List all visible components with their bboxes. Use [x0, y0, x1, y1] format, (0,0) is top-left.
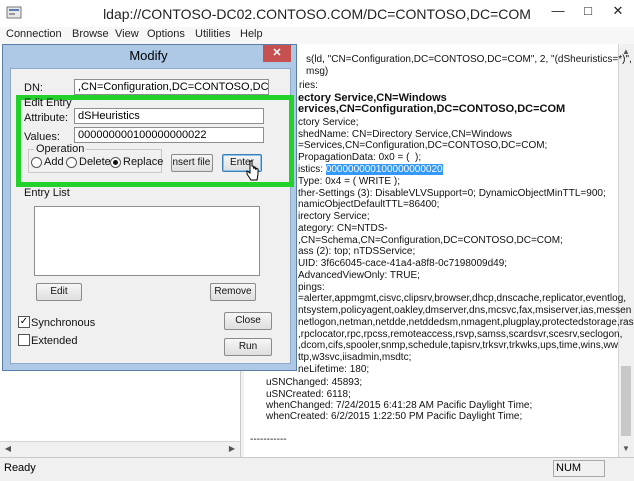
- output-line: Type: 0x4 = ( WRITE );: [298, 176, 400, 187]
- output-line: ctory Service;: [298, 117, 359, 128]
- dialog-title: Modify: [129, 48, 168, 63]
- output-line: ntsystem,policyagent,oakley,dmserver,dns…: [298, 305, 632, 316]
- output-line: =Services,CN=Configuration,DC=CONTOSO,DC…: [298, 140, 548, 151]
- values-label: Values:: [24, 131, 60, 143]
- synchronous-checkbox[interactable]: ✓: [18, 316, 30, 328]
- status-num-lock: NUM: [553, 460, 605, 477]
- extended-checkbox[interactable]: [18, 334, 30, 346]
- remove-button[interactable]: Remove: [210, 283, 256, 301]
- output-line: whenCreated: 6/2/2015 1:22:50 PM Pacific…: [266, 411, 523, 422]
- output-line: UID: 3f6c6045-cace-41a4-a8f8-0c7198009d4…: [298, 258, 508, 269]
- operation-label: Operation: [34, 143, 87, 155]
- output-line: uSNCreated: 6118;: [266, 389, 351, 400]
- dn-field[interactable]: ,CN=Configuration,DC=CONTOSO,DC=COM: [74, 79, 269, 95]
- maximize-button[interactable]: □: [573, 0, 603, 22]
- synchronous-label[interactable]: Synchronous: [31, 317, 95, 329]
- output-line: irectory Service;: [298, 211, 370, 222]
- menu-view[interactable]: View: [115, 28, 139, 40]
- output-line: whenChanged: 7/24/2015 6:41:28 AM Pacifi…: [266, 400, 533, 411]
- output-line: netlogon,netman,netdde,netddedsm,nmagent…: [298, 317, 634, 328]
- output-line: s(ld, "CN=Configuration,DC=CONTOSO,DC=CO…: [306, 54, 632, 65]
- dialog-close-icon[interactable]: ✕: [263, 45, 291, 62]
- output-line: pings:: [298, 282, 325, 293]
- dn-label: DN:: [24, 82, 43, 94]
- output-line: msg): [306, 66, 329, 77]
- close-button[interactable]: Close: [224, 312, 272, 330]
- attribute-label: Attribute:: [24, 112, 69, 124]
- output-line: ervices,CN=Configuration,DC=CONTOSO,DC=C…: [298, 103, 566, 115]
- output-line: ategory: CN=NTDS-: [298, 223, 388, 234]
- output-line: ,rpclocator,rpc,rpcss,remoteaccess,rsvp,…: [298, 329, 623, 340]
- menu-connection[interactable]: Connection: [6, 28, 62, 40]
- menu-browse[interactable]: Browse: [72, 28, 109, 40]
- radio-selected-dot: [113, 160, 118, 165]
- output-line: ries:: [299, 80, 318, 91]
- status-bar: [0, 457, 634, 481]
- output-line: PropagationData: 0x0 = ( );: [298, 152, 422, 163]
- scroll-right-arrow-icon[interactable]: ▶: [224, 442, 240, 456]
- close-window-button[interactable]: ✕: [603, 0, 633, 22]
- output-line: neLifetime: 180;: [298, 364, 370, 375]
- output-line: ,dcom,cifs,spooler,snmp,schedule,tapisrv…: [298, 340, 618, 351]
- radio-delete[interactable]: [66, 157, 77, 168]
- mouse-pointer-icon: [246, 160, 259, 181]
- edit-button[interactable]: Edit: [36, 283, 82, 301]
- radio-add-label[interactable]: Add: [44, 156, 64, 168]
- minimize-button[interactable]: —: [543, 0, 573, 22]
- output-separator: -----------: [250, 434, 287, 445]
- radio-add[interactable]: [31, 157, 42, 168]
- menu-options[interactable]: Options: [147, 28, 185, 40]
- output-line: uSNChanged: 45893;: [266, 377, 363, 388]
- extended-label[interactable]: Extended: [31, 335, 77, 347]
- entry-list-label: Entry List: [24, 187, 70, 199]
- radio-replace-label[interactable]: Replace: [123, 156, 163, 168]
- menu-utilities[interactable]: Utilities: [195, 28, 230, 40]
- output-line: ,CN=Schema,CN=Configuration,DC=CONTOSO,D…: [298, 235, 563, 246]
- run-button[interactable]: Run: [224, 338, 272, 356]
- values-input[interactable]: 000000000100000000022: [74, 127, 264, 143]
- output-line: AdvancedViewOnly: TRUE;: [298, 270, 420, 281]
- tree-horizontal-scrollbar[interactable]: [0, 441, 240, 458]
- heuristics-label: istics:: [298, 164, 326, 175]
- insert-file-button[interactable]: Insert file: [171, 154, 213, 172]
- entry-list[interactable]: [34, 206, 260, 276]
- output-line: ttp,w3svc,iisadmin,msdtc;: [298, 352, 412, 363]
- output-line: ther-Settings (3): DisableVLVSupport=0; …: [298, 188, 606, 199]
- radio-replace[interactable]: [110, 157, 121, 168]
- output-line: =alerter,appmgmt,cisvc,clipsrv,browser,d…: [298, 293, 627, 304]
- scroll-left-arrow-icon[interactable]: ◀: [0, 442, 16, 456]
- output-line: ass (2): top; nTDSService;: [298, 246, 416, 257]
- scrollbar-thumb[interactable]: [621, 366, 631, 436]
- status-ready: Ready: [4, 462, 36, 474]
- window-title: ldap://CONTOSO-DC02.CONTOSO.COM/DC=CONTO…: [103, 6, 531, 22]
- attribute-input[interactable]: dSHeuristics: [74, 108, 264, 124]
- radio-delete-label[interactable]: Delete: [79, 156, 111, 168]
- scroll-down-arrow-icon[interactable]: ▼: [618, 442, 634, 456]
- output-line-heuristics: istics: 000000000100000000020: [298, 164, 443, 175]
- selected-heuristics-value[interactable]: 000000000100000000020: [325, 164, 443, 175]
- output-line: shedName: CN=Directory Service,CN=Window…: [298, 129, 512, 140]
- output-line: namicObjectDefaultTTL=86400;: [298, 199, 440, 210]
- menu-help[interactable]: Help: [240, 28, 263, 40]
- edit-entry-label: Edit Entry: [24, 97, 72, 109]
